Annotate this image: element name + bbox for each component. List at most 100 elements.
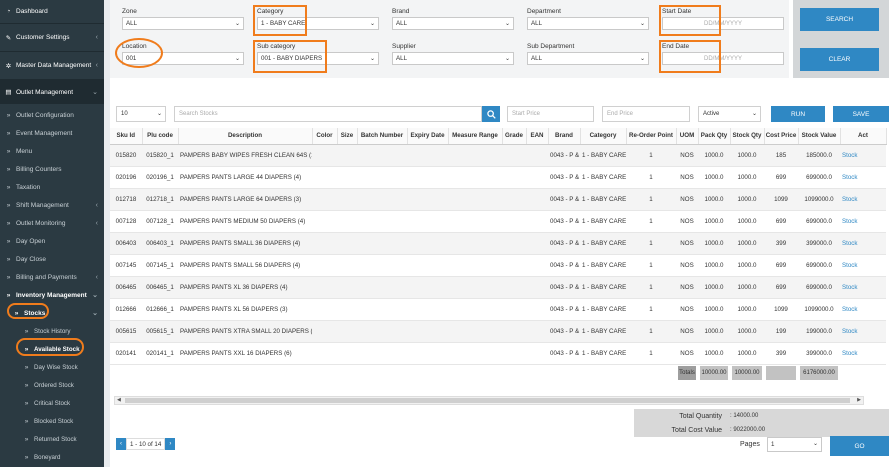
table-cell: 1 - BABY CARE <box>580 210 626 233</box>
start-price-input[interactable]: Start Price <box>507 106 594 122</box>
clear-button[interactable]: CLEAR <box>800 48 879 71</box>
next-page-button[interactable]: › <box>165 438 176 450</box>
sidebar-item-event-management[interactable]: » Event Management <box>0 124 104 142</box>
sidebar-item-ordered-stock[interactable]: » Ordered Stock <box>0 376 104 394</box>
stock-action-link[interactable]: Stock <box>840 254 886 277</box>
table-row[interactable]: 020141 020141_1 PAMPERS PANTS XXL 16 DIAPE… <box>110 342 886 365</box>
sidebar-item-taxation[interactable]: » Taxation <box>0 178 104 196</box>
column-header-plu-code[interactable]: Plu code <box>142 128 179 145</box>
sidebar-item-billing-counters[interactable]: » Billing Counters <box>0 160 104 178</box>
table-cell: 699000.0 <box>798 166 840 189</box>
sidebar-item-customer-settings[interactable]: ✎ Customer Settings ‹ <box>0 24 104 52</box>
sidebar-item-boneyard[interactable]: » Boneyard <box>0 448 104 466</box>
search-input[interactable]: Search Stocks <box>174 106 482 122</box>
table-cell <box>407 210 448 233</box>
sidebar-item-shift-management[interactable]: » Shift Management ‹ <box>0 196 104 214</box>
brand-select[interactable]: ALL ⌄ <box>392 17 514 30</box>
table-row[interactable]: 015820 015820_1 PAMPERS BABY WIPES FRESH C… <box>110 144 886 167</box>
table-cell: PAMPERS PANTS XL 36 DIAPERS (4) <box>178 276 312 299</box>
table-cell: 012666_1 <box>142 298 178 321</box>
column-header-sku-id[interactable]: Sku Id <box>110 128 143 145</box>
stock-action-link[interactable]: Stock <box>840 166 886 189</box>
stock-action-link[interactable]: Stock <box>840 342 886 365</box>
department-select[interactable]: ALL ⌄ <box>527 17 649 30</box>
sidebar-item-outlet-management[interactable]: ▤ Outlet Management ⌄ <box>0 80 104 104</box>
sidebar-item-critical-stock[interactable]: » Critical Stock <box>0 394 104 412</box>
supplier-select[interactable]: ALL ⌄ <box>392 52 514 65</box>
table-cell <box>502 210 526 233</box>
scroll-right-icon[interactable]: ▶ <box>857 397 861 403</box>
sidebar-item-outlet-monitoring[interactable]: » Outlet Monitoring ‹ <box>0 214 104 232</box>
table-row[interactable]: 006465 006465_1 PAMPERS PANTS XL 36 DIAPER… <box>110 276 886 299</box>
column-header-act[interactable]: Act <box>840 128 887 145</box>
column-header-description[interactable]: Description <box>178 128 313 145</box>
table-row[interactable]: 020196 020196_1 PAMPERS PANTS LARGE 44 DIA… <box>110 166 886 189</box>
save-button[interactable]: SAVE <box>833 106 889 122</box>
column-header-measure-range[interactable]: Measure Range <box>448 128 503 145</box>
stock-action-link[interactable]: Stock <box>840 320 886 343</box>
chevron-left-icon: ‹ <box>95 34 98 41</box>
sidebar-item-blocked-stock[interactable]: » Blocked Stock <box>0 412 104 430</box>
search-button[interactable]: SEARCH <box>800 8 879 31</box>
column-header-grade[interactable]: Grade <box>502 128 527 145</box>
column-header-stock-qty[interactable]: Stock Qty <box>730 128 765 145</box>
page-size-select[interactable]: 10 ⌄ <box>116 106 166 122</box>
sidebar-item-inventory-management[interactable]: » Inventory Management ⌄ <box>0 286 104 304</box>
sidebar-item-outlet-configuration[interactable]: » Outlet Configuration <box>0 106 104 124</box>
stock-action-link[interactable]: Stock <box>840 276 886 299</box>
column-header-expiry-date[interactable]: Expiry Date <box>407 128 449 145</box>
column-header-size[interactable]: Size <box>337 128 358 145</box>
stock-action-link[interactable]: Stock <box>840 232 886 255</box>
highlight-box-start-date <box>659 5 721 36</box>
sidebar-item-dashboard[interactable]: ◔ Dashboard <box>0 0 104 24</box>
table-row[interactable]: 005615 005615_1 PAMPERS PANTS XTRA SMALL 2… <box>110 320 886 343</box>
scroll-left-icon[interactable]: ◀ <box>117 397 121 403</box>
column-header-color[interactable]: Color <box>312 128 338 145</box>
pagination-info: 1 - 10 of 14 <box>126 438 166 450</box>
table-cell: 1 <box>626 144 676 167</box>
sidebar-item-master-data[interactable]: ✲ Master Data Management ‹ <box>0 52 104 80</box>
column-header-batch-number[interactable]: Batch Number <box>357 128 408 145</box>
sidebar-item-day-wise-stock[interactable]: » Day Wise Stock <box>0 358 104 376</box>
table-row[interactable]: 007145 007145_1 PAMPERS PANTS SMALL 56 DIA… <box>110 254 886 277</box>
column-header-re-order-point[interactable]: Re-Order Point <box>626 128 677 145</box>
column-header-pack-qty[interactable]: Pack Qty <box>698 128 731 145</box>
column-header-ean[interactable]: EAN <box>526 128 549 145</box>
table-row[interactable]: 012666 012666_1 PAMPERS PANTS XL 56 DIAPER… <box>110 298 886 321</box>
status-select[interactable]: Active ⌄ <box>698 106 761 122</box>
scrollbar-thumb[interactable] <box>125 398 850 403</box>
column-header-brand[interactable]: Brand <box>548 128 581 145</box>
run-button[interactable]: RUN <box>771 106 825 122</box>
column-header-uom[interactable]: UOM <box>676 128 699 145</box>
page-select[interactable]: 1 ⌄ <box>767 437 822 452</box>
stock-action-link[interactable]: Stock <box>840 144 886 167</box>
prev-page-button[interactable]: ‹ <box>116 438 126 450</box>
table-cell: 0043 - P & G <box>548 298 580 321</box>
stock-action-link[interactable]: Stock <box>840 188 886 211</box>
table-row[interactable]: 007128 007128_1 PAMPERS PANTS MEDIUM 50 DI… <box>110 210 886 233</box>
horizontal-scrollbar[interactable]: ◀ ▶ <box>114 396 864 405</box>
table-cell <box>502 188 526 211</box>
stock-action-link[interactable]: Stock <box>840 210 886 233</box>
table-row[interactable]: 012718 012718_1 PAMPERS PANTS LARGE 64 DIA… <box>110 188 886 211</box>
table-cell: 1 - BABY CARE <box>580 254 626 277</box>
sub-department-select[interactable]: ALL ⌄ <box>527 52 649 65</box>
sidebar-item-day-open[interactable]: » Day Open <box>0 232 104 250</box>
search-icon-button[interactable] <box>482 106 500 122</box>
zone-select[interactable]: ALL ⌄ <box>122 17 244 30</box>
column-header-category[interactable]: Category <box>580 128 627 145</box>
sidebar-item-day-close[interactable]: » Day Close <box>0 250 104 268</box>
end-price-input[interactable]: End Price <box>602 106 690 122</box>
table-row[interactable]: 006403 006403_1 PAMPERS PANTS SMALL 36 DIA… <box>110 232 886 255</box>
table-cell: 0043 - P & G <box>548 166 580 189</box>
stock-action-link[interactable]: Stock <box>840 298 886 321</box>
sidebar-item-menu[interactable]: » Menu <box>0 142 104 160</box>
table-cell: 1 <box>626 320 676 343</box>
sidebar-item-returned-stock[interactable]: » Returned Stock <box>0 430 104 448</box>
column-header-cost-price[interactable]: Cost Price <box>764 128 799 145</box>
table-cell: 1 <box>626 342 676 365</box>
table-cell: PAMPERS PANTS SMALL 56 DIAPERS (4) <box>178 254 312 277</box>
go-button[interactable]: GO <box>830 436 889 456</box>
column-header-stock-value[interactable]: Stock Value <box>798 128 841 145</box>
sidebar-item-billing-payments[interactable]: » Billing and Payments ‹ <box>0 268 104 286</box>
